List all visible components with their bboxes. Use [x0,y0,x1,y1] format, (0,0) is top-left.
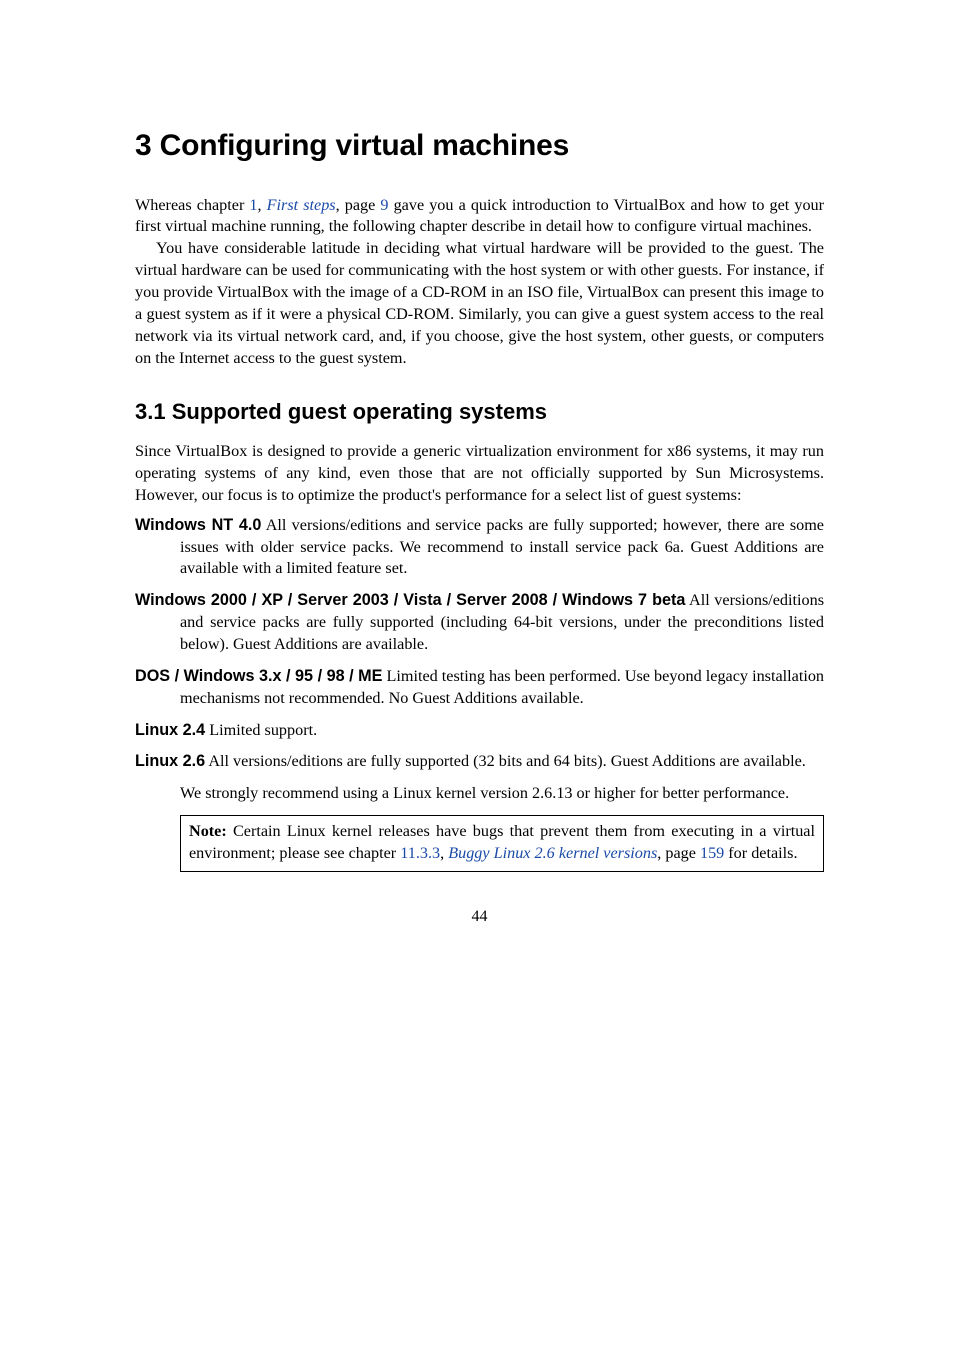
link-chapter-1[interactable]: 1 [249,196,257,214]
desc-linux-24: Limited support. [205,721,317,739]
page-number: 44 [135,906,824,928]
item-linux-26: Linux 2.6 All versions/editions are full… [135,751,824,773]
intro-paragraph-1: Whereas chapter 1, First steps, page 9 g… [135,195,824,239]
definition-list: Windows NT 4.0 All versions/editions and… [135,515,824,872]
section-lead: Since VirtualBox is designed to provide … [135,441,824,507]
intro-paragraph-2: You have considerable latitude in decidi… [135,238,824,369]
link-chapter-11-3-3[interactable]: 11.3.3 [400,844,440,862]
item-windows-nt-4: Windows NT 4.0 All versions/editions and… [135,515,824,581]
note-label: Note: [189,822,227,840]
link-page-159[interactable]: 159 [700,844,724,862]
desc-windows-nt-4: All versions/editions and service packs … [180,516,824,578]
link-first-steps[interactable]: First steps [267,196,336,214]
item-linux-24: Linux 2.4 Limited support. [135,720,824,742]
term-windows-nt-4: Windows NT 4.0 [135,516,261,534]
term-windows-2000: Windows 2000 / XP / Server 2003 / Vista … [135,591,685,609]
item-linux-26-sub: We strongly recommend using a Linux kern… [135,783,824,805]
section-title: 3.1 Supported guest operating systems [135,397,824,427]
chapter-title: 3 Configuring virtual machines [135,126,824,167]
link-buggy-linux[interactable]: Buggy Linux 2.6 kernel versions [448,844,657,862]
desc-linux-26: All versions/editions are fully supporte… [205,752,806,770]
item-windows-2000: Windows 2000 / XP / Server 2003 / Vista … [135,590,824,656]
note-box: Note: Certain Linux kernel releases have… [180,815,824,872]
term-linux-26: Linux 2.6 [135,752,205,770]
term-linux-24: Linux 2.4 [135,721,205,739]
item-dos: DOS / Windows 3.x / 95 / 98 / ME Limited… [135,666,824,710]
term-dos: DOS / Windows 3.x / 95 / 98 / ME [135,667,382,685]
